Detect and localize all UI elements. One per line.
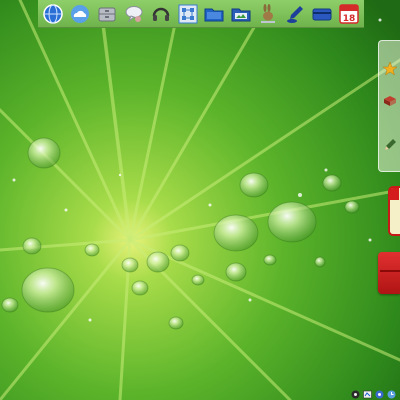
folder-icon[interactable] xyxy=(203,3,225,25)
star-icon[interactable] xyxy=(382,61,398,77)
side-panel xyxy=(378,40,400,172)
headset-icon[interactable] xyxy=(150,3,172,25)
tray-volume-icon[interactable] xyxy=(375,390,384,399)
sticky-note-widget[interactable] xyxy=(388,186,400,236)
photo-folder-icon[interactable] xyxy=(230,3,252,25)
network-grid-icon[interactable] xyxy=(177,3,199,25)
system-tray xyxy=(338,388,400,400)
tray-app-icon[interactable] xyxy=(351,390,360,399)
tray-network-icon[interactable] xyxy=(363,390,372,399)
chat-icon[interactable] xyxy=(123,3,145,25)
rabbit-icon[interactable] xyxy=(257,3,279,25)
pen-icon[interactable] xyxy=(284,3,306,25)
drawer-icon[interactable] xyxy=(96,3,118,25)
calendar-day-text: 18 xyxy=(342,14,355,24)
card-icon[interactable] xyxy=(311,3,333,25)
globe-icon[interactable] xyxy=(42,3,64,25)
cloud-icon[interactable] xyxy=(69,3,91,25)
calendar-icon[interactable]: 18 xyxy=(338,3,360,25)
tray-clock-icon[interactable] xyxy=(387,390,396,399)
top-dock: 18 xyxy=(38,0,364,28)
red-widget[interactable] xyxy=(378,252,400,294)
book-icon[interactable] xyxy=(382,93,398,109)
desktop-wallpaper xyxy=(0,0,400,400)
pencil-icon[interactable] xyxy=(382,137,398,153)
